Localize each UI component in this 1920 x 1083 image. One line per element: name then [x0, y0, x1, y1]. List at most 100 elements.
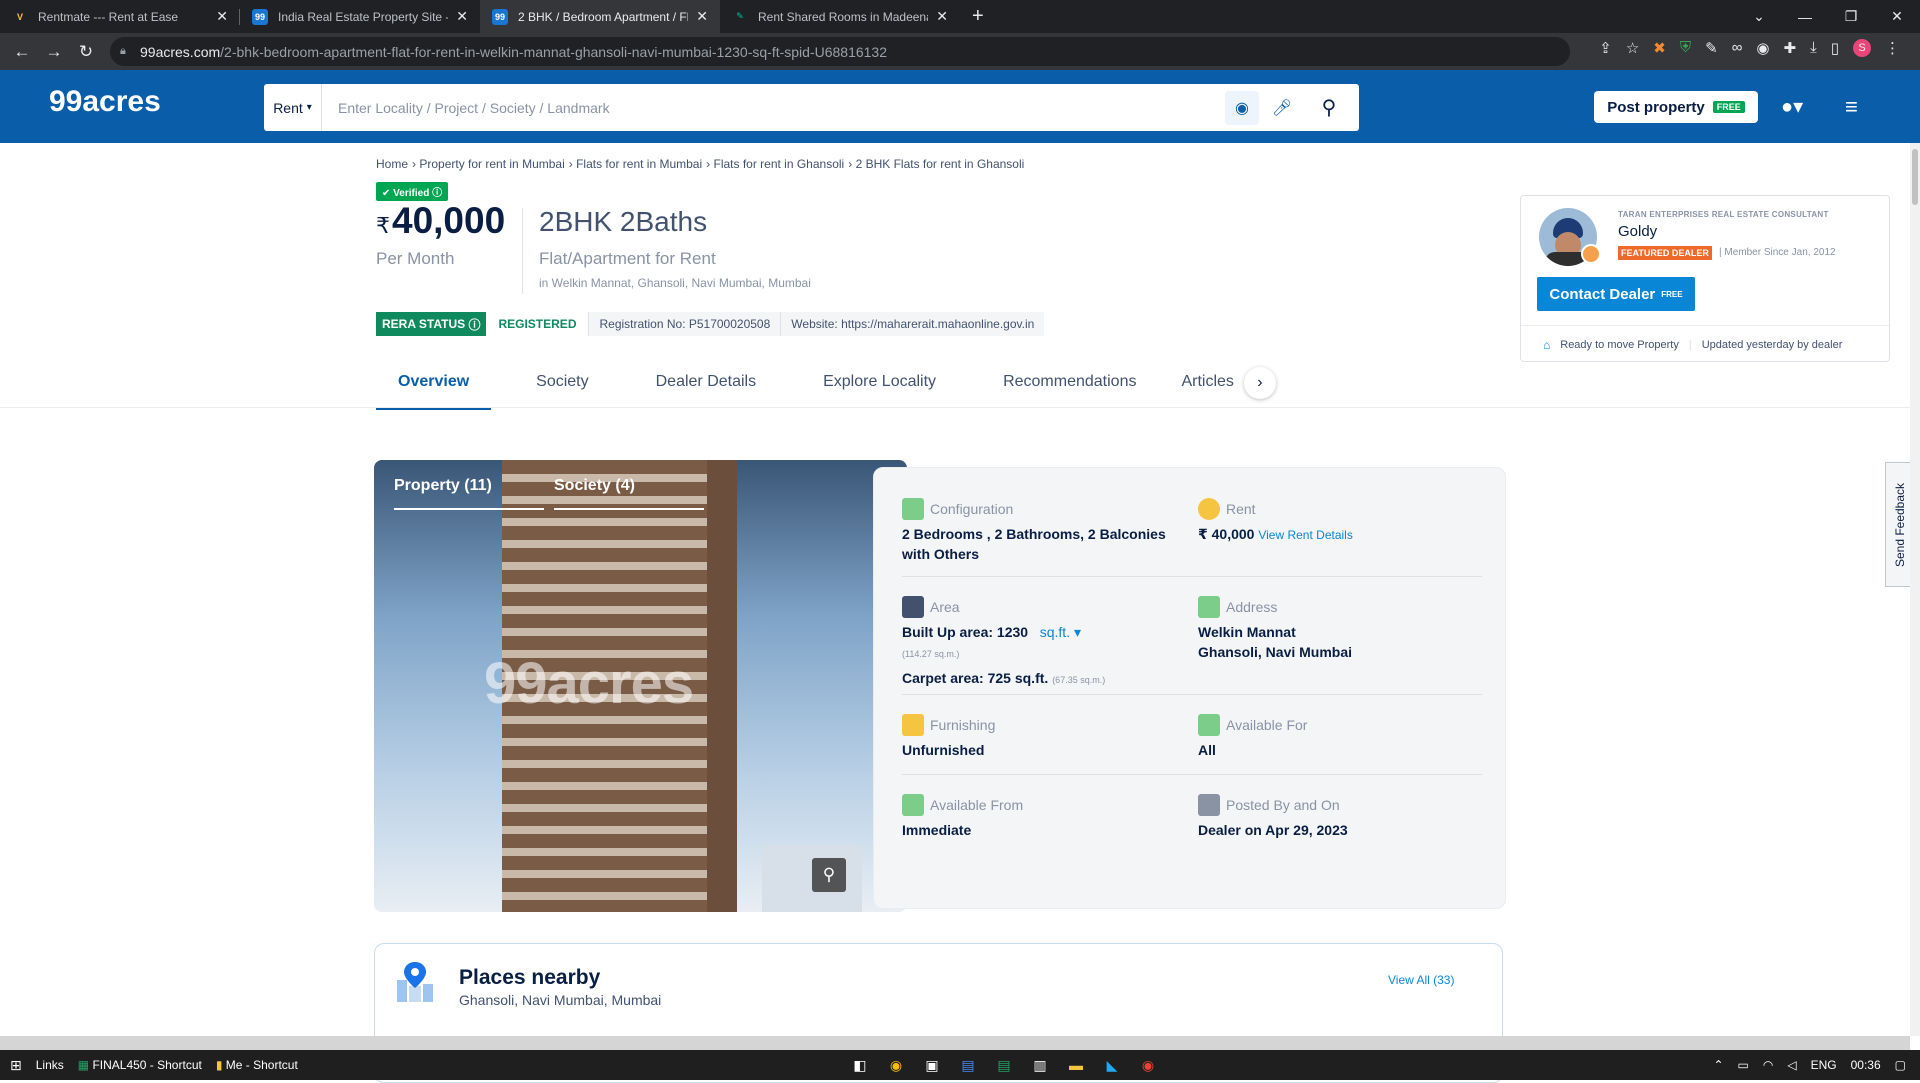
tab-society[interactable]: Society: [491, 363, 633, 410]
browser-tab-rentmate[interactable]: V Rentmate --- Rent at Ease ✕: [0, 0, 240, 33]
close-tab-icon[interactable]: ✕: [456, 8, 468, 25]
breadcrumb-link[interactable]: Property for rent in Mumbai: [419, 157, 564, 171]
address-bar[interactable]: 🔒︎ 99acres.com/2-bhk-bedroom-apartment-f…: [110, 37, 1570, 66]
tab-recommendations[interactable]: Recommendations: [981, 363, 1181, 410]
store-icon[interactable]: ▥: [1030, 1055, 1050, 1075]
windows-start-icon[interactable]: ⊞: [10, 1057, 22, 1074]
taskbar-apps: ◧ ◉ ▣ ▤ ▤ ▥ ▬ ◣ ◉: [850, 1050, 1158, 1080]
info-icon: ⓘ: [468, 317, 481, 332]
volume-icon[interactable]: ◁: [1787, 1058, 1796, 1072]
dealer-name[interactable]: Goldy: [1618, 223, 1657, 240]
zoom-icon[interactable]: ⚲: [812, 858, 846, 892]
notification-icon[interactable]: ▢: [1895, 1058, 1906, 1072]
view-all-places-link[interactable]: View All (33): [1388, 973, 1454, 987]
taskbar-shortcut-final450[interactable]: ▦ FINAL450 - Shortcut: [78, 1058, 202, 1072]
close-tab-icon[interactable]: ✕: [696, 8, 708, 25]
bookmark-star-icon[interactable]: ☆: [1626, 39, 1639, 57]
profile-avatar[interactable]: S: [1853, 39, 1871, 57]
vscode-icon[interactable]: ◣: [1102, 1055, 1122, 1075]
gallery-tab-property[interactable]: Property (11): [394, 460, 544, 510]
search-icon[interactable]: ⚲: [1299, 91, 1359, 125]
location-target-icon[interactable]: ◉: [1225, 90, 1259, 125]
language-indicator[interactable]: ENG: [1811, 1058, 1837, 1072]
rera-status: REGISTERED: [498, 317, 577, 331]
forward-icon[interactable]: →: [38, 42, 70, 62]
tab-dealer-details[interactable]: Dealer Details: [634, 363, 801, 410]
site-logo[interactable]: 99acres: [49, 85, 161, 119]
area-unit-dropdown[interactable]: sq.ft. ▾: [1040, 624, 1081, 640]
green-logo-icon: ✎: [736, 11, 744, 21]
contact-dealer-button[interactable]: Contact Dealer FREE: [1537, 277, 1695, 311]
places-subtitle: Ghansoli, Navi Mumbai, Mumbai: [459, 992, 662, 1008]
wifi-icon[interactable]: ◠: [1763, 1058, 1773, 1072]
dealer-card: TARAN ENTERPRISES REAL ESTATE CONSULTANT…: [1520, 195, 1890, 362]
configuration-icon: [902, 498, 924, 520]
places-title: Places nearby: [459, 966, 601, 989]
gallery-tabs: Property (11) Society (4): [374, 460, 907, 510]
search-mode-select[interactable]: Rent ▾: [264, 84, 322, 131]
dealer-member-since: | Member Since Jan, 2012: [1719, 247, 1836, 258]
excel-icon[interactable]: ▤: [994, 1055, 1014, 1075]
property-photo[interactable]: Property (11) Society (4) 99acres ⚲: [374, 460, 907, 912]
home-icon: ⌂: [1543, 338, 1551, 352]
extension-shield-icon[interactable]: ⛨: [1680, 39, 1691, 57]
search-input[interactable]: [322, 99, 1225, 116]
restore-icon[interactable]: ❐: [1828, 0, 1874, 33]
extension-avatar-icon[interactable]: ◉: [1756, 39, 1769, 57]
extensions-puzzle-icon[interactable]: ✚: [1784, 39, 1797, 57]
breadcrumb-link[interactable]: 2 BHK Flats for rent in Ghansoli: [856, 157, 1025, 171]
gallery-tab-society[interactable]: Society (4): [554, 460, 704, 510]
download-icon[interactable]: ⤓: [1810, 39, 1817, 57]
file-explorer-icon[interactable]: ▬: [1066, 1055, 1086, 1075]
tab-overview[interactable]: Overview: [376, 363, 492, 410]
pycharm-icon[interactable]: ◧: [850, 1055, 870, 1075]
tab-articles[interactable]: Articles: [1181, 363, 1233, 410]
calendar-app-icon[interactable]: ▣: [922, 1055, 942, 1075]
browser-tab-99acres-home[interactable]: 99 India Real Estate Property Site - B ✕: [240, 0, 480, 33]
hamburger-menu-icon[interactable]: ≡: [1845, 94, 1858, 120]
taskbar-shortcut-me[interactable]: ▮ Me - Shortcut: [216, 1058, 298, 1072]
view-rent-details-link[interactable]: View Rent Details: [1258, 528, 1353, 542]
horizontal-scrollbar[interactable]: [0, 1036, 1910, 1050]
chevron-right-icon[interactable]: ›: [1244, 367, 1276, 399]
search-bar: Rent▾ ◉ 🎤︎ ⚲: [264, 84, 1359, 131]
chrome-icon[interactable]: ◉: [886, 1055, 906, 1075]
chevron-up-icon[interactable]: ⌃: [1713, 1058, 1723, 1072]
microphone-icon[interactable]: 🎤︎: [1265, 91, 1299, 125]
dealer-footer: ⌂ Ready to move Property | Updated yeste…: [1521, 325, 1889, 352]
close-tab-icon[interactable]: ✕: [936, 8, 948, 25]
scrollbar[interactable]: [1910, 143, 1920, 1036]
extension-pen-icon[interactable]: ✎: [1705, 39, 1718, 57]
browser-tab-active[interactable]: 99 2 BHK / Bedroom Apartment / Fl ✕: [480, 0, 720, 33]
minimize-icon[interactable]: —: [1782, 0, 1828, 33]
rera-bar: RERA STATUS ⓘ REGISTERED Registration No…: [376, 312, 1045, 336]
sofa-icon: [902, 714, 924, 736]
side-panel-icon[interactable]: ▯: [1831, 39, 1839, 57]
browser-menu-icon[interactable]: ⋮: [1885, 39, 1900, 57]
rera-label[interactable]: RERA STATUS ⓘ: [376, 312, 487, 336]
extension-x-icon[interactable]: ✖: [1653, 39, 1666, 57]
people-icon: [1198, 714, 1220, 736]
share-icon[interactable]: ⇪: [1599, 39, 1612, 57]
new-tab-button[interactable]: +: [960, 0, 996, 33]
tab-explore-locality[interactable]: Explore Locality: [801, 363, 981, 410]
word-icon[interactable]: ▤: [958, 1055, 978, 1075]
extension-glasses-icon[interactable]: ∞: [1732, 39, 1743, 57]
chrome-active-icon[interactable]: ◉: [1138, 1055, 1158, 1075]
browser-tab-madeena[interactable]: ✎ Rent Shared Rooms in Madeena ✕: [720, 0, 960, 33]
folder-icon: ▮: [215, 1058, 223, 1072]
rera-website: Website: https://maharerait.mahaonline.g…: [780, 312, 1045, 336]
battery-icon[interactable]: ▭: [1738, 1058, 1749, 1072]
breadcrumb-link[interactable]: Flats for rent in Mumbai: [576, 157, 702, 171]
taskbar-links[interactable]: Links: [36, 1058, 64, 1072]
reload-icon[interactable]: ↻: [70, 42, 102, 62]
close-window-icon[interactable]: ✕: [1874, 0, 1920, 33]
back-icon[interactable]: ←: [6, 42, 38, 62]
breadcrumb-link[interactable]: Flats for rent in Ghansoli: [713, 157, 844, 171]
breadcrumb-link[interactable]: Home: [376, 157, 408, 171]
post-property-button[interactable]: Post property FREE: [1594, 91, 1758, 123]
close-tab-icon[interactable]: ✕: [216, 8, 228, 25]
tab-search-icon[interactable]: ⌄: [1736, 0, 1782, 33]
clock[interactable]: 00:36: [1851, 1058, 1881, 1072]
user-account-icon[interactable]: ●▾: [1781, 94, 1803, 119]
